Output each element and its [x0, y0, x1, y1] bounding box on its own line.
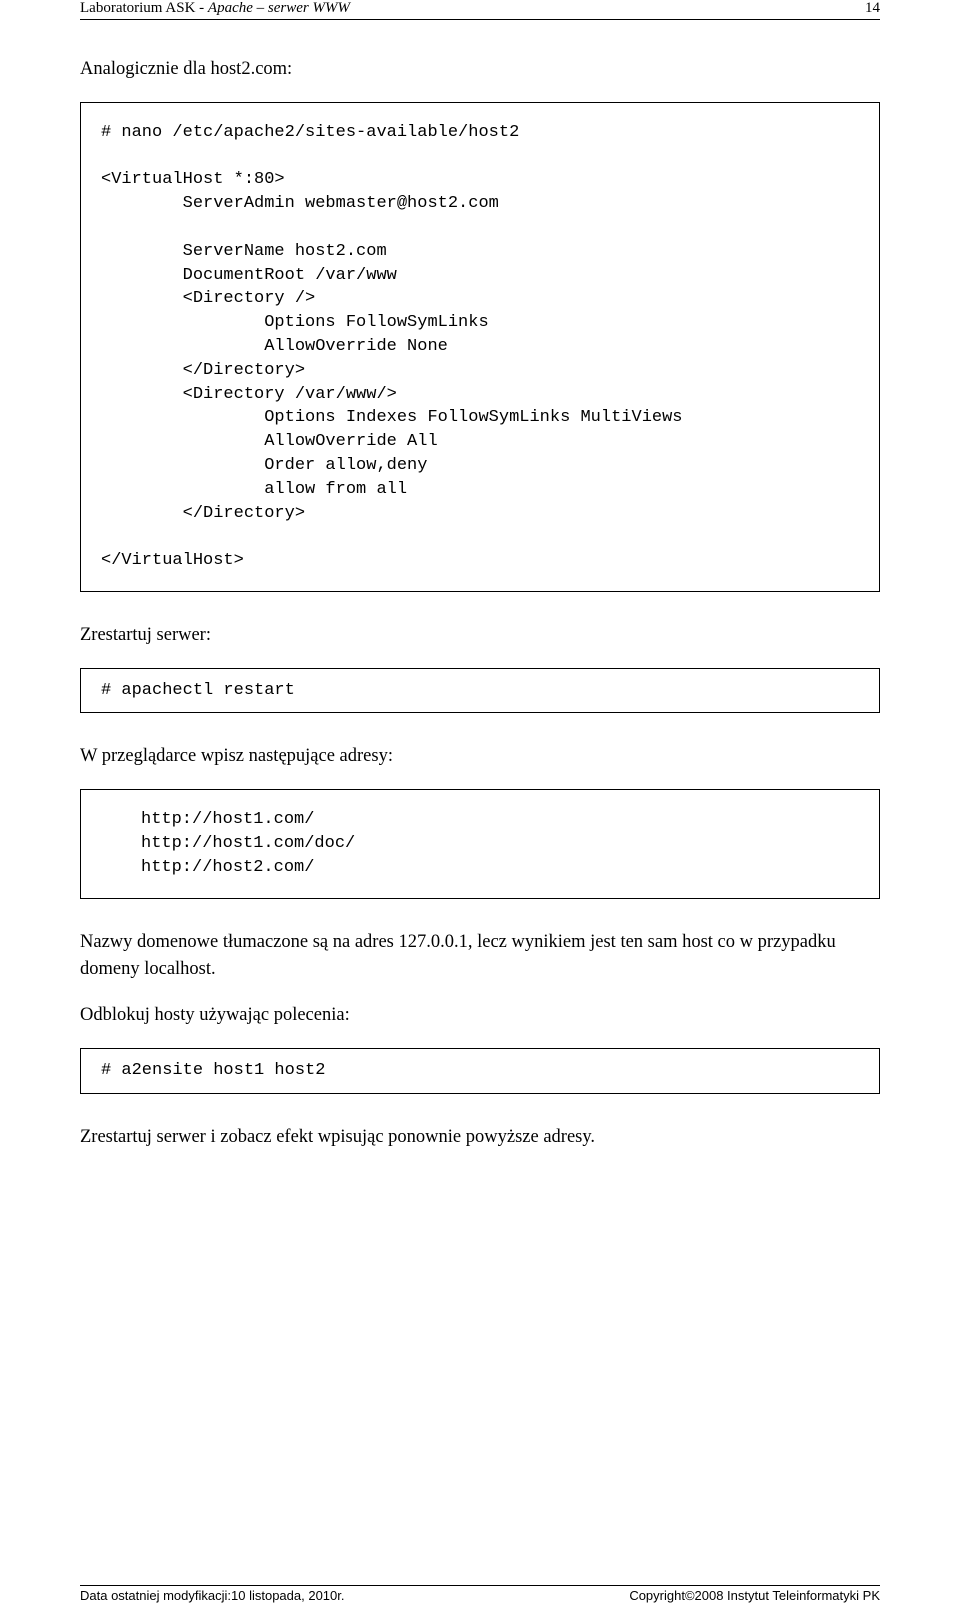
header-left: Laboratorium ASK - Apache – serwer WWW	[80, 0, 350, 17]
paragraph-5: Odblokuj hosty używając polecenia:	[80, 1002, 880, 1030]
page-number: 14	[865, 0, 880, 17]
paragraph-3: W przeglądarce wpisz następujące adresy:	[80, 743, 880, 771]
code-block-2: # apachectl restart	[80, 668, 880, 714]
page: Laboratorium ASK - Apache – serwer WWW 1…	[0, 0, 960, 1617]
paragraph-2: Zrestartuj serwer:	[80, 622, 880, 650]
paragraph-4: Nazwy domenowe tłumaczone są na adres 12…	[80, 929, 880, 985]
page-header: Laboratorium ASK - Apache – serwer WWW 1…	[80, 0, 880, 20]
footer-right: Copyright©2008 Instytut Teleinformatyki …	[629, 1588, 880, 1603]
code-block-4: # a2ensite host1 host2	[80, 1048, 880, 1094]
footer-left: Data ostatniej modyfikacji:10 listopada,…	[80, 1588, 345, 1603]
code-block-3: http://host1.com/ http://host1.com/doc/ …	[80, 789, 880, 898]
header-title-plain: Laboratorium ASK -	[80, 0, 208, 16]
page-footer: Data ostatniej modyfikacji:10 listopada,…	[80, 1585, 880, 1603]
paragraph-6: Zrestartuj serwer i zobacz efekt wpisują…	[80, 1124, 880, 1152]
header-title-italic: Apache – serwer WWW	[208, 0, 350, 16]
paragraph-1: Analogicznie dla host2.com:	[80, 56, 880, 84]
code-block-1: # nano /etc/apache2/sites-available/host…	[80, 102, 880, 592]
